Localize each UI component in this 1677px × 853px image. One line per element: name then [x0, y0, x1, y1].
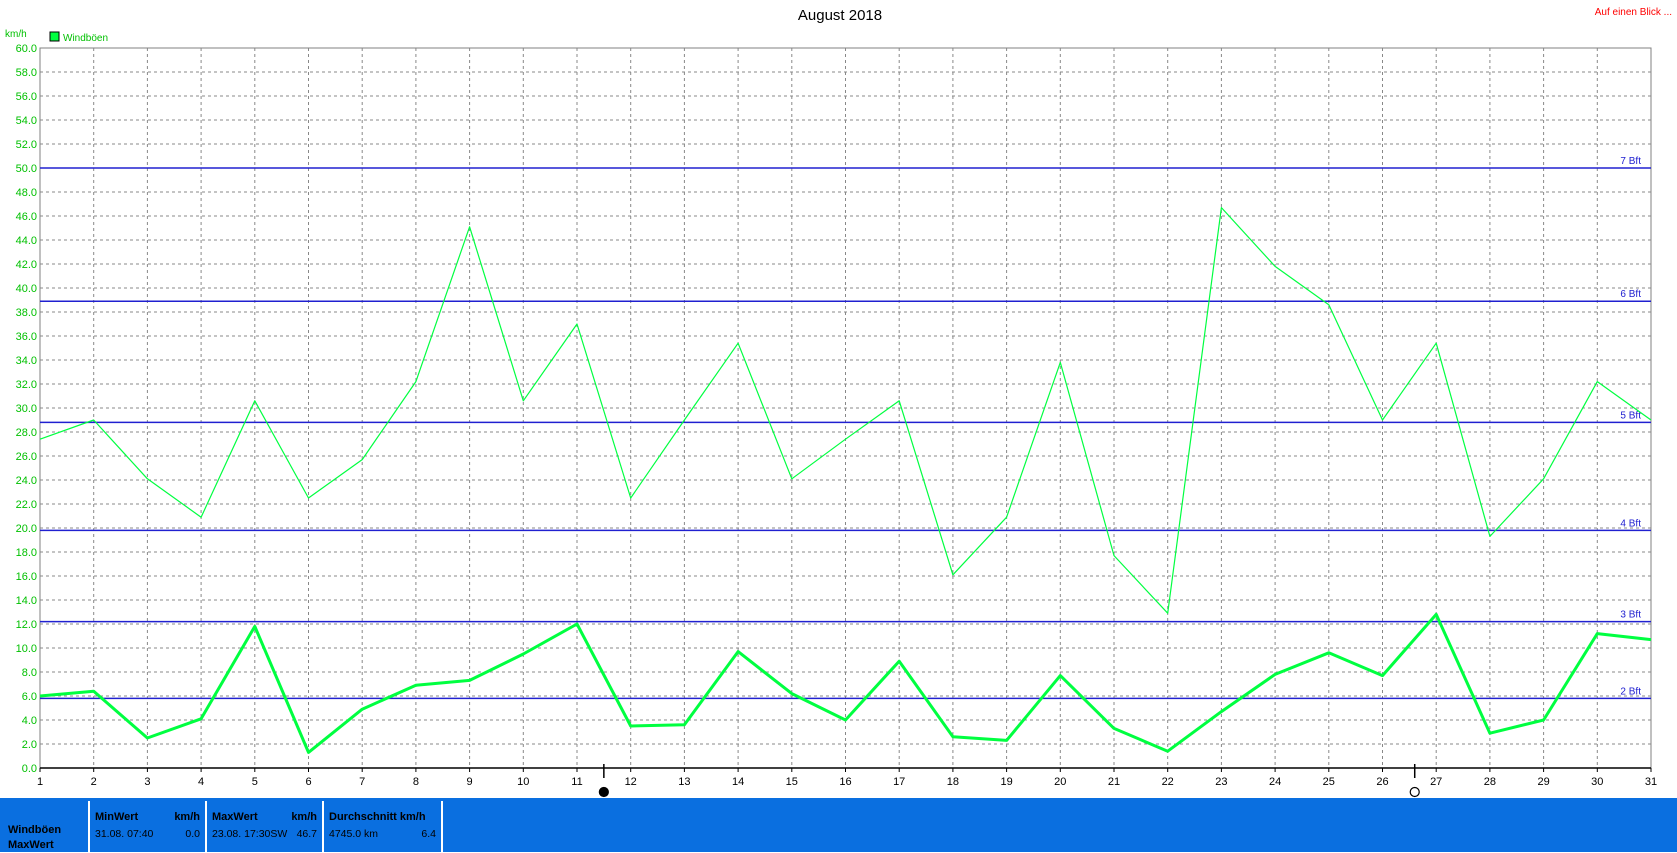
x-tick-label: 11	[571, 776, 582, 788]
y-tick-label: 4.0	[22, 715, 37, 727]
stats-row-labels: Windböen MaxWert	[8, 823, 61, 853]
y-tick-label: 18.0	[16, 547, 37, 559]
x-tick-label: 30	[1591, 776, 1603, 788]
x-tick-label: 26	[1376, 776, 1388, 788]
wind-chart: August 2018 Auf einen Blick ... km/h Win…	[5, 7, 1672, 798]
y-tick-label: 22.0	[16, 499, 37, 511]
y-tick-label: 12.0	[16, 619, 37, 631]
y-tick-label: 30.0	[16, 403, 37, 415]
row-label-series: Windböen	[8, 824, 62, 836]
y-tick-label: 20.0	[16, 523, 37, 535]
y-tick-label: 6.0	[22, 691, 37, 703]
x-tick-label: 15	[786, 776, 798, 788]
max-time: 23.08. 17:30SW	[212, 828, 288, 840]
full-moon-icon	[1409, 786, 1420, 798]
y-tick-label: 24.0	[16, 475, 37, 487]
y-tick-label: 60.0	[16, 43, 37, 55]
max-value: 46.7	[296, 828, 317, 840]
y-tick-label: 40.0	[16, 283, 37, 295]
legend-swatch	[49, 31, 60, 42]
x-tick-label: 5	[252, 776, 258, 788]
x-tick-label: 8	[413, 776, 419, 788]
stats-max-box: MaxWert km/h 23.08. 17:30SW 46.7	[205, 801, 322, 852]
y-tick-label: 48.0	[16, 187, 37, 199]
x-tick-label: 13	[678, 776, 690, 788]
y-tick-label: 0.0	[22, 763, 37, 775]
chart-title: August 2018	[798, 7, 882, 24]
x-tick-label: 31	[1645, 776, 1657, 788]
y-tick-label: 50.0	[16, 163, 37, 175]
y-tick-label: 36.0	[16, 331, 37, 343]
overview-link[interactable]: Auf einen Blick ...	[1595, 7, 1672, 18]
y-tick-label: 56.0	[16, 91, 37, 103]
x-tick-label: 12	[625, 776, 637, 788]
beaufort-label: 3 Bft	[1620, 610, 1641, 621]
y-tick-label: 42.0	[16, 259, 37, 271]
y-tick-label: 58.0	[16, 67, 37, 79]
beaufort-label: 2 Bft	[1620, 686, 1641, 697]
x-tick-label: 21	[1108, 776, 1120, 788]
legend-label: Windböen	[63, 33, 108, 44]
stats-avg-box: Durchschnitt km/h 4745.0 km 6.4	[322, 801, 443, 852]
avg-distance: 4745.0 km	[329, 828, 379, 840]
max-unit: km/h	[291, 811, 317, 823]
beaufort-label: 7 Bft	[1620, 156, 1641, 167]
new-moon-icon	[598, 786, 609, 798]
legend: Windböen	[49, 31, 108, 44]
x-tick-label: 10	[517, 776, 529, 788]
x-tick-label: 14	[732, 776, 744, 788]
beaufort-label: 6 Bft	[1620, 289, 1641, 300]
min-unit: km/h	[174, 811, 200, 823]
x-tick-label: 28	[1484, 776, 1496, 788]
max-header: MaxWert	[212, 811, 258, 823]
y-tick-label: 28.0	[16, 427, 37, 439]
y-axis-ticks: 0.0 2.0 4.0 6.0 8.0 10.0 12.0 14.0 16.0 18.0 20.0 2…	[16, 43, 37, 775]
x-tick-label: 17	[893, 776, 905, 788]
x-tick-label: 3	[144, 776, 150, 788]
min-value: 0.0	[185, 828, 200, 840]
y-tick-label: 44.0	[16, 235, 37, 247]
x-tick-label: 29	[1537, 776, 1549, 788]
x-tick-label: 20	[1054, 776, 1066, 788]
y-tick-label: 54.0	[16, 115, 37, 127]
statistics-panel: Windböen MaxWert MinWert km/h 31.08. 07:…	[0, 798, 1677, 852]
x-tick-label: 4	[198, 776, 204, 788]
x-tick-label: 25	[1323, 776, 1335, 788]
y-tick-label: 26.0	[16, 451, 37, 463]
y-tick-label: 52.0	[16, 139, 37, 151]
y-tick-label: 38.0	[16, 307, 37, 319]
min-time: 31.08. 07:40	[95, 828, 154, 840]
x-tick-label: 1	[37, 776, 43, 788]
y-tick-label: 32.0	[16, 379, 37, 391]
y-tick-label: 10.0	[16, 643, 37, 655]
min-header: MinWert	[95, 811, 139, 823]
stats-min-box: MinWert km/h 31.08. 07:40 0.0	[88, 801, 205, 852]
avg-header: Durchschnitt km/h	[329, 811, 426, 823]
x-tick-label: 7	[359, 776, 365, 788]
y-tick-label: 16.0	[16, 571, 37, 583]
x-tick-label: 6	[305, 776, 311, 788]
x-tick-label: 9	[467, 776, 473, 788]
beaufort-label: 5 Bft	[1620, 410, 1641, 421]
x-tick-label: 24	[1269, 776, 1281, 788]
y-tick-label: 34.0	[16, 355, 37, 367]
x-tick-label: 2	[91, 776, 97, 788]
y-unit-label: km/h	[5, 29, 27, 40]
avg-value: 6.4	[421, 828, 436, 840]
y-tick-label: 2.0	[22, 739, 37, 751]
y-tick-label: 14.0	[16, 595, 37, 607]
x-tick-label: 23	[1215, 776, 1227, 788]
x-tick-label: 19	[1000, 776, 1012, 788]
x-tick-label: 22	[1162, 776, 1174, 788]
y-tick-label: 8.0	[22, 667, 37, 679]
x-tick-label: 16	[839, 776, 851, 788]
x-tick-label: 18	[947, 776, 959, 788]
beaufort-label: 4 Bft	[1620, 518, 1641, 529]
row-label-max: MaxWert	[8, 839, 54, 851]
x-tick-label: 27	[1430, 776, 1442, 788]
y-tick-label: 46.0	[16, 211, 37, 223]
